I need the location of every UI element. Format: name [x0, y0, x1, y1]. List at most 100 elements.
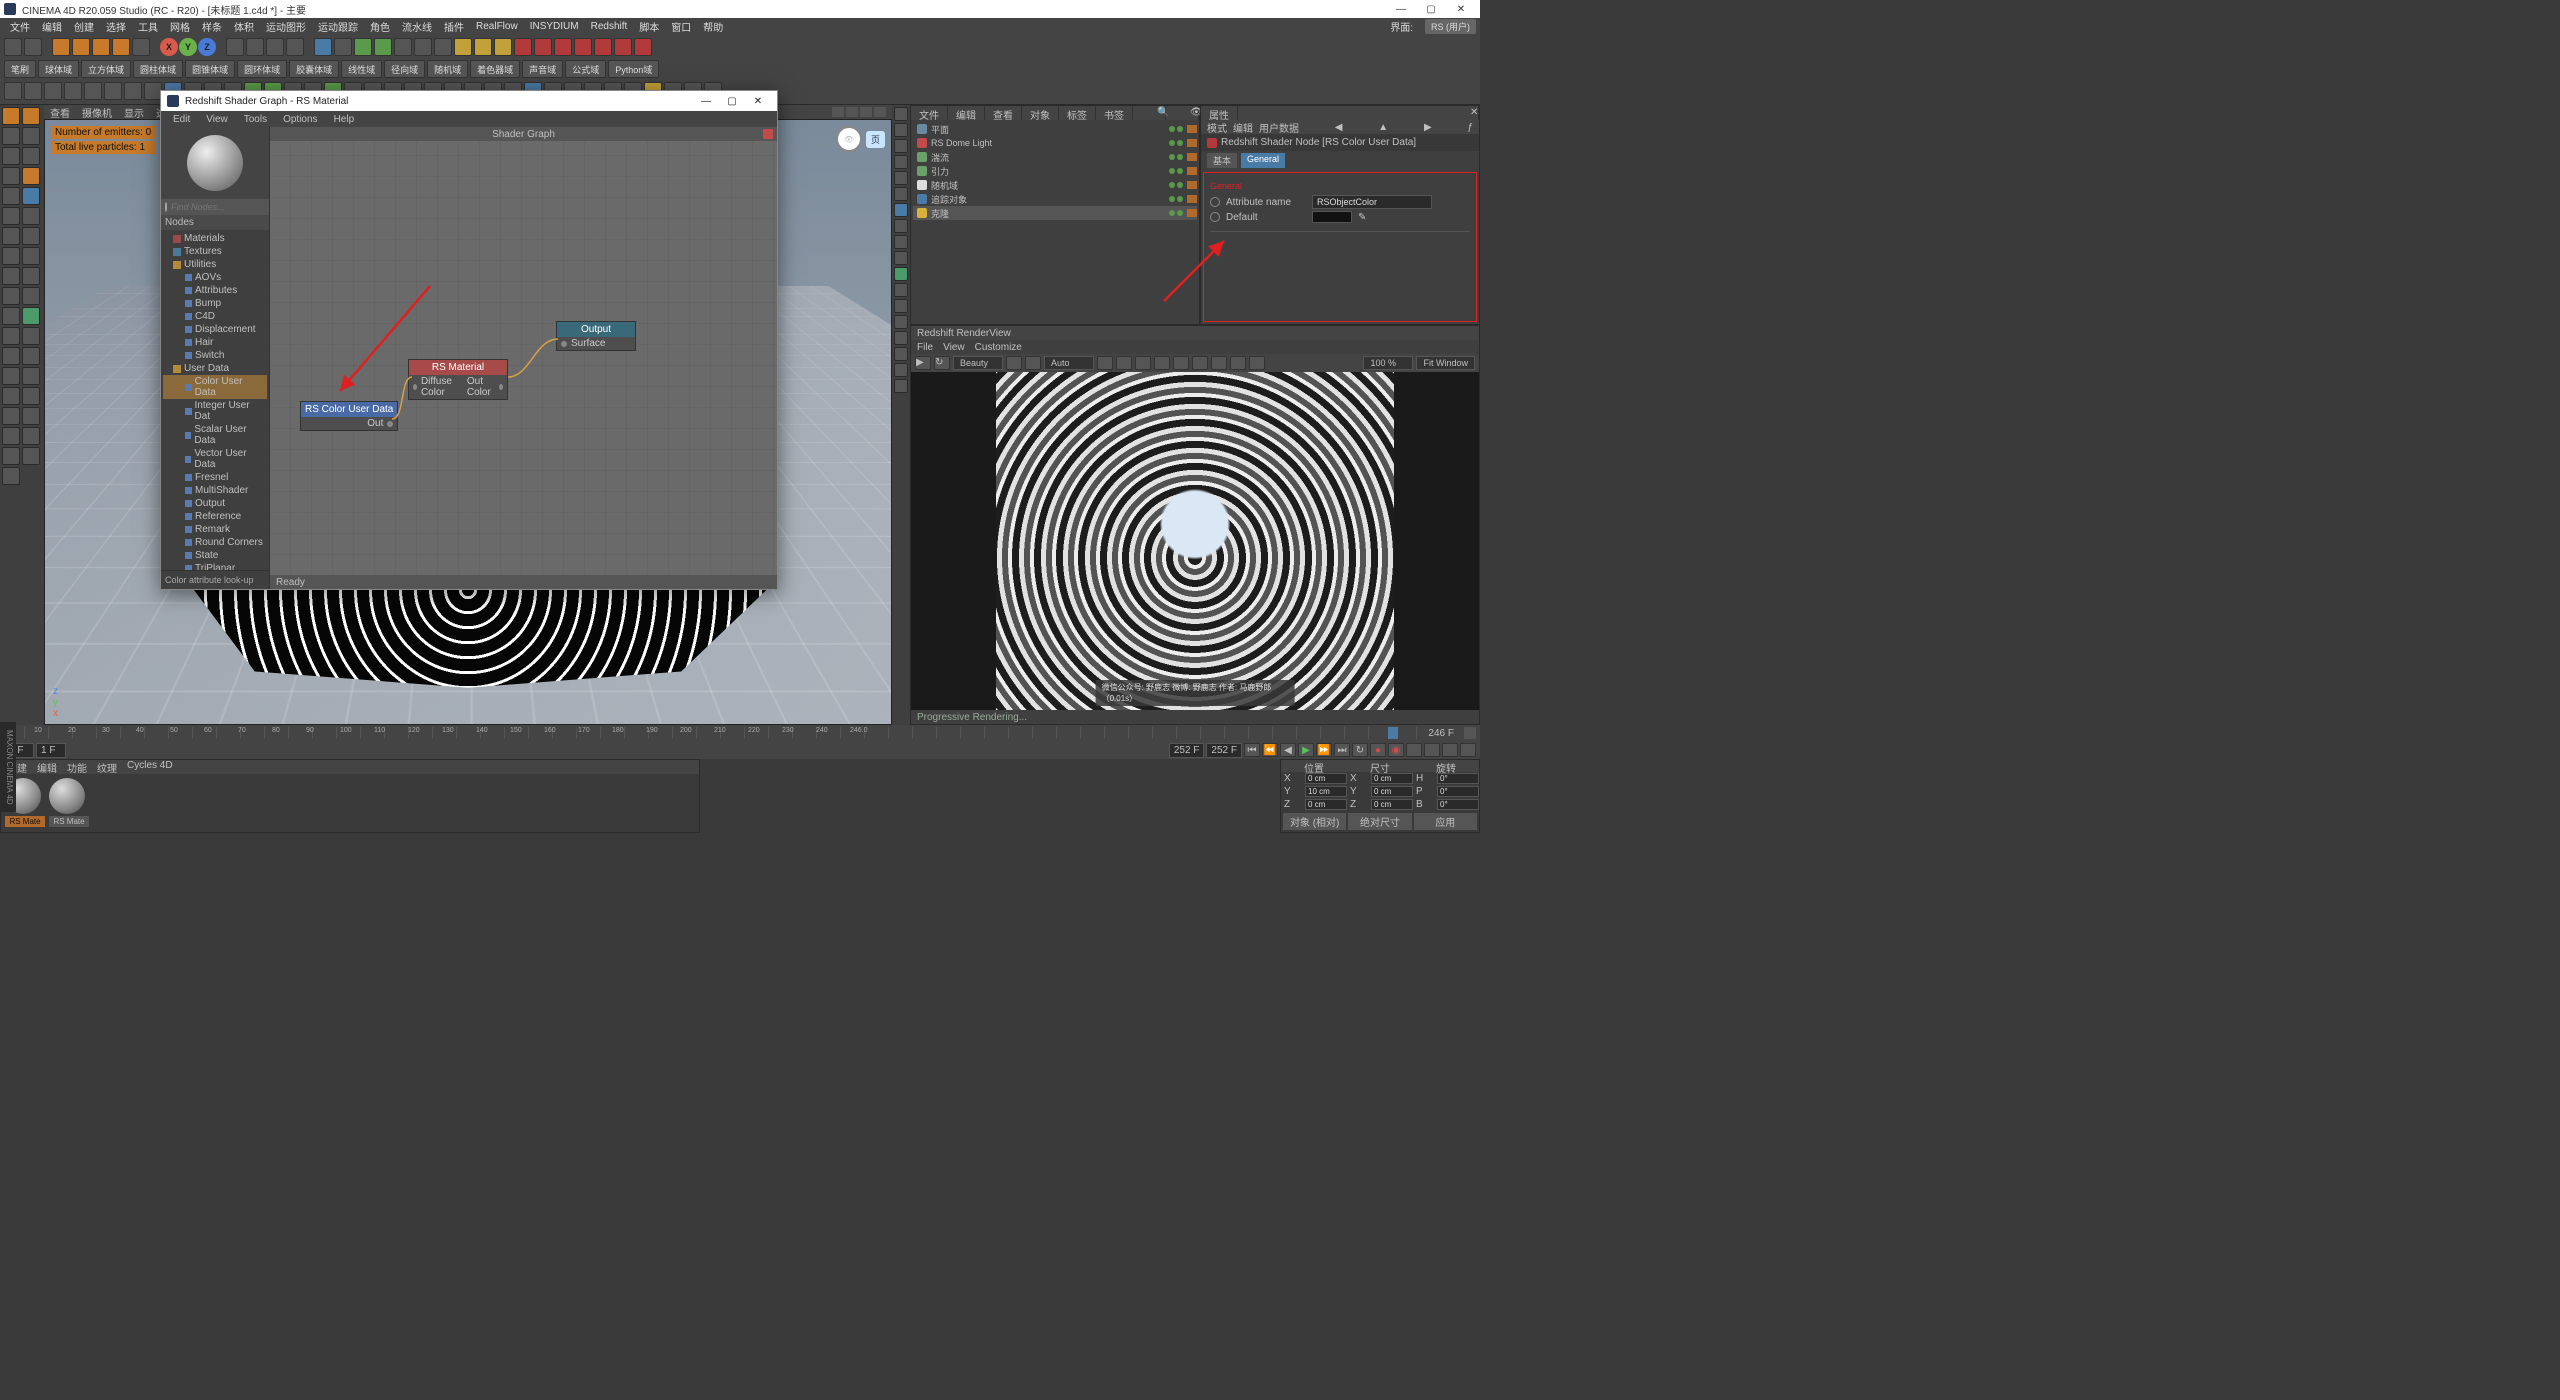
palette-36[interactable] — [2, 467, 20, 485]
rv-zoom-field[interactable]: 100 % — [1363, 356, 1413, 370]
obj-vis-dots[interactable] — [1169, 196, 1183, 202]
sg-cat[interactable]: User Data — [163, 362, 267, 375]
palette-21[interactable] — [22, 307, 40, 325]
sg-item[interactable]: Scalar User Data — [163, 423, 267, 447]
redo-button[interactable] — [24, 38, 42, 56]
sg-cat[interactable]: Materials — [163, 232, 267, 245]
attr-default-color[interactable] — [1312, 211, 1352, 223]
coord-rot-P[interactable] — [1437, 786, 1479, 797]
palette-23[interactable] — [22, 327, 40, 345]
menu-select[interactable]: 选择 — [100, 19, 132, 34]
palette-35[interactable] — [22, 447, 40, 465]
obj-vis-dots[interactable] — [1169, 168, 1183, 174]
coord-size-X[interactable] — [1371, 773, 1413, 784]
sg-menu-edit[interactable]: Edit — [165, 114, 198, 125]
primitive-spline[interactable] — [334, 38, 352, 56]
attr-tab-attrs[interactable]: 属性 — [1201, 106, 1238, 120]
move-tool[interactable] — [72, 38, 90, 56]
rv-refresh-button[interactable]: ↻ — [934, 356, 950, 370]
sg-item[interactable]: Reference — [163, 510, 267, 523]
obj-tag-icon[interactable] — [1187, 181, 1197, 189]
frame-cur-field[interactable]: 1 F — [36, 743, 66, 758]
palette-29[interactable] — [22, 387, 40, 405]
rv-grid1-icon[interactable] — [1116, 356, 1132, 370]
menu-insydium[interactable]: INSYDIUM — [524, 21, 585, 32]
layout-dropdown[interactable]: RS (用户) — [1425, 19, 1476, 34]
render-region-button[interactable] — [246, 38, 264, 56]
attr-fn-icon[interactable]: ƒ — [1467, 122, 1473, 133]
vstrip-4[interactable] — [894, 171, 908, 185]
scale-tool[interactable] — [92, 38, 110, 56]
sg-item[interactable]: Color User Data — [163, 375, 267, 399]
attr-tab-basic[interactable]: 基本 — [1207, 153, 1237, 168]
psr-button[interactable] — [494, 38, 512, 56]
palette-11[interactable] — [22, 207, 40, 225]
palette-18[interactable] — [2, 287, 20, 305]
menu-volume[interactable]: 体积 — [228, 19, 260, 34]
port-mat-out[interactable] — [499, 384, 503, 390]
obj-row-2[interactable]: 湍流 — [913, 150, 1197, 164]
material-1[interactable]: RS Mate — [49, 778, 89, 827]
sg-item[interactable]: C4D — [163, 310, 267, 323]
sg-item[interactable]: Round Corners — [163, 536, 267, 549]
obj-vis-dots[interactable] — [1169, 182, 1183, 188]
obj-row-1[interactable]: RS Dome Light — [913, 136, 1197, 150]
palette-2[interactable] — [2, 127, 20, 145]
rv-canvas[interactable]: 微信公众号: 野鹿志 微博: 野鹿志 作者: 马鹿野郎 （0.01s） — [911, 372, 1479, 710]
sg-canvas[interactable]: RS Color User Data Out RS Material Diffu… — [270, 141, 777, 575]
vp-nav1-icon[interactable] — [832, 107, 844, 117]
timeline-play-cursor[interactable] — [1388, 727, 1398, 739]
vstrip-17[interactable] — [894, 379, 908, 393]
vstrip-9[interactable] — [894, 251, 908, 265]
palette-3[interactable] — [22, 127, 40, 145]
rv-auto-select[interactable]: Auto — [1044, 356, 1094, 370]
rotate-tool[interactable] — [112, 38, 130, 56]
sg-item[interactable]: Output — [163, 497, 267, 510]
key-r-button[interactable] — [1442, 743, 1458, 757]
camera-button[interactable] — [414, 38, 432, 56]
menu-plugins[interactable]: 插件 — [438, 19, 470, 34]
tool3-6[interactable] — [124, 82, 142, 100]
sg-item[interactable]: AOVs — [163, 271, 267, 284]
field-cylinder[interactable]: 圆柱体域 — [133, 60, 183, 78]
palette-1[interactable] — [22, 107, 40, 125]
vstrip-13[interactable] — [894, 315, 908, 329]
palette-34[interactable] — [2, 447, 20, 465]
palette-9[interactable] — [22, 187, 40, 205]
sg-item[interactable]: Fresnel — [163, 471, 267, 484]
play-rev-button[interactable]: ◀ — [1280, 743, 1296, 757]
palette-12[interactable] — [2, 227, 20, 245]
field-random[interactable]: 随机域 — [427, 60, 468, 78]
goto-start-button[interactable]: ⏮ — [1244, 743, 1260, 757]
vp-tab-cam[interactable]: 摄像机 — [82, 105, 112, 120]
palette-31[interactable] — [22, 407, 40, 425]
rv-btn-a[interactable] — [1006, 356, 1022, 370]
sg-menu-help[interactable]: Help — [326, 114, 363, 125]
menu-motiontrack[interactable]: 运动跟踪 — [312, 19, 364, 34]
sg-item[interactable]: TriPlanar — [163, 562, 267, 570]
menu-spline[interactable]: 样条 — [196, 19, 228, 34]
tool3-0[interactable] — [4, 82, 22, 100]
coord-size-Z[interactable] — [1371, 799, 1413, 810]
node-output[interactable]: Output Surface — [556, 321, 636, 351]
key-a-button[interactable] — [1460, 743, 1476, 757]
vstrip-7[interactable] — [894, 219, 908, 233]
field-formula[interactable]: 公式域 — [565, 60, 606, 78]
frame-range2[interactable]: 252 F — [1206, 743, 1242, 758]
viewport-tag[interactable]: 页 — [866, 131, 885, 148]
env-button[interactable] — [394, 38, 412, 56]
obj-tag-icon[interactable] — [1187, 125, 1197, 133]
sg-item[interactable]: Vector User Data — [163, 447, 267, 471]
vp-nav4-icon[interactable] — [874, 107, 886, 117]
palette-25[interactable] — [22, 347, 40, 365]
field-capsule[interactable]: 胶囊体域 — [289, 60, 339, 78]
attr-nav-up-icon[interactable]: ▲ — [1378, 122, 1388, 133]
menu-realflow[interactable]: RealFlow — [470, 21, 524, 32]
vstrip-10[interactable] — [894, 267, 908, 281]
vstrip-11[interactable] — [894, 283, 908, 297]
menu-redshift[interactable]: Redshift — [585, 21, 634, 32]
field-linear[interactable]: 线性域 — [341, 60, 382, 78]
attr-default-radio[interactable] — [1210, 212, 1220, 222]
rv-aov-select[interactable]: Beauty — [953, 356, 1003, 370]
obj-menu-file[interactable]: 文件 — [911, 106, 948, 120]
